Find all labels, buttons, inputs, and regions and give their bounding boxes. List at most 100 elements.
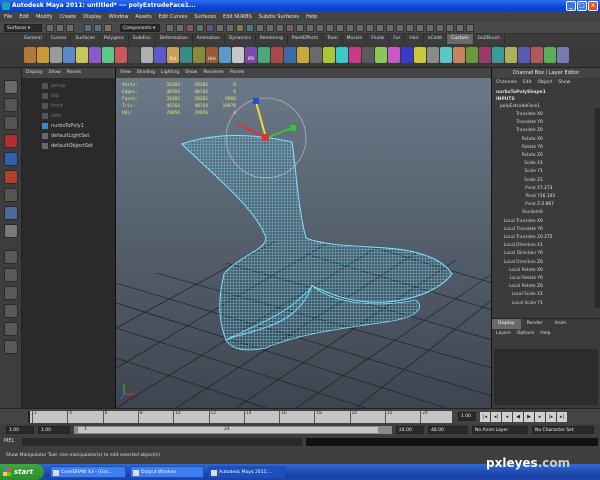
shelf-tab-general[interactable]: General (20, 34, 47, 44)
shelf-tool-icon[interactable] (544, 47, 556, 63)
status-tool-icon[interactable] (316, 24, 324, 32)
status-tool-icon[interactable] (446, 24, 454, 32)
scale-tool-icon[interactable] (4, 170, 18, 184)
menu-edit-nurbs[interactable]: Edit NURBS (223, 12, 252, 22)
status-tool-icon[interactable] (296, 24, 304, 32)
shelf-tool-icon[interactable] (232, 47, 244, 63)
layer-tab-anim[interactable]: Anim (549, 319, 573, 329)
shelf-tool-icon[interactable] (388, 47, 400, 63)
channel-attr-value[interactable]: 0 (540, 137, 556, 143)
select-hierarchy-icon[interactable] (84, 24, 92, 32)
play-forwards-icon[interactable]: ▶ (524, 412, 534, 422)
shelf-tool-icon[interactable]: Ral (167, 47, 179, 63)
channel-attr-value[interactable]: 0 (540, 251, 556, 257)
channel-attr-value[interactable]: 7.273 (540, 186, 556, 192)
status-tool-icon[interactable] (256, 24, 264, 32)
status-tool-icon[interactable] (376, 24, 384, 32)
status-tool-icon[interactable] (346, 24, 354, 32)
channel-attr-value[interactable]: 0.275 (540, 235, 556, 241)
status-tool-icon[interactable] (406, 24, 414, 32)
move-tool-icon[interactable] (4, 134, 18, 148)
menu-assets[interactable]: Assets (135, 12, 151, 22)
shelf-tool-icon[interactable] (219, 47, 231, 63)
playback-end-field[interactable]: 24.00 (396, 426, 424, 434)
layer-tab-display[interactable]: Display (492, 319, 521, 329)
menu-edit-curves[interactable]: Edit Curves (159, 12, 188, 22)
taskbar-item[interactable]: Autodesk Maya 2011:... (208, 466, 286, 478)
channel-attr-name[interactable]: Local Scale X (512, 292, 540, 298)
status-tool-icon[interactable] (276, 24, 284, 32)
outliner-menu-display[interactable]: Display (26, 68, 43, 78)
shelf-tool-icon[interactable] (531, 47, 543, 63)
layer-menu-options[interactable]: Options (517, 329, 534, 338)
channel-attr-value[interactable]: 1 (540, 169, 556, 175)
channel-attr-value[interactable]: 0 (540, 284, 556, 290)
go-to-start-icon[interactable]: |◂ (480, 412, 490, 422)
play-backwards-icon[interactable]: ◀ (513, 412, 523, 422)
layer-menu-help[interactable]: Help (540, 329, 550, 338)
outliner-item[interactable]: defaultObjectSet (42, 142, 93, 150)
viewport-menu-panels[interactable]: Panels (230, 68, 244, 78)
shelf-tool-icon[interactable] (63, 47, 75, 63)
outliner-menu-show[interactable]: Show (49, 68, 61, 78)
channel-attr-name[interactable]: Local Direction Z (504, 260, 540, 266)
channel-box-menu-object[interactable]: Object (538, 78, 553, 88)
status-tool-icon[interactable] (176, 24, 184, 32)
shelf-tool-icon[interactable] (141, 47, 153, 63)
channel-box-scrollbar[interactable] (595, 108, 600, 308)
channel-box-menu-edit[interactable]: Edit (523, 78, 532, 88)
shelf-tab-animation[interactable]: Animation (193, 34, 225, 44)
channel-attr-name[interactable]: Pivot X (525, 186, 540, 192)
channel-attr-value[interactable]: 1 (540, 292, 556, 298)
time-ruler[interactable]: 2 4 6 8 10 12 14 16 18 20 22 24 (28, 411, 452, 423)
status-tool-icon[interactable] (366, 24, 374, 32)
show-manipulator-icon[interactable] (4, 224, 18, 238)
status-tool-icon[interactable] (456, 24, 464, 32)
outliner-layout-icon[interactable] (4, 340, 18, 354)
shape-node-name[interactable]: nurbsToPolyShape1 (496, 90, 546, 96)
shelf-tab-ncloth[interactable]: nCloth (424, 34, 448, 44)
taskbar-item[interactable]: Output Window (130, 466, 204, 478)
outliner-item[interactable]: persp (42, 82, 65, 90)
channel-attr-value[interactable]: 0 (540, 128, 556, 134)
select-component-icon[interactable] (104, 24, 112, 32)
status-tool-icon[interactable] (336, 24, 344, 32)
step-forward-key-icon[interactable]: |▸ (546, 412, 556, 422)
shelf-tool-icon[interactable] (24, 47, 36, 63)
shelf-tab-gozbrush[interactable]: GoZBrush (474, 34, 505, 44)
new-scene-icon[interactable] (46, 24, 54, 32)
viewport-menu-lighting[interactable]: Lighting (161, 68, 179, 78)
shelf-tab-curves[interactable]: Curves (47, 34, 72, 44)
input-node-name[interactable]: polyExtrudeFace1 (500, 104, 540, 110)
shelf-tool-icon[interactable] (505, 47, 517, 63)
rotate-tool-icon[interactable] (4, 152, 18, 166)
channel-attr-value[interactable]: 16.103 (540, 194, 556, 200)
channel-attr-value[interactable]: 0 (540, 276, 556, 282)
lasso-tool-icon[interactable] (4, 98, 18, 112)
minimize-button[interactable]: _ (566, 1, 576, 11)
channel-attr-name[interactable]: Local Translate X (504, 219, 540, 225)
go-to-end-icon[interactable]: ▸| (557, 412, 567, 422)
shelf-tab-surfaces[interactable]: Surfaces (71, 34, 100, 44)
animation-start-field[interactable]: 1.00 (6, 426, 34, 434)
shelf-tool-icon[interactable] (349, 47, 361, 63)
status-tool-icon[interactable] (196, 24, 204, 32)
shelf-tool-icon[interactable] (453, 47, 465, 63)
channel-attr-name[interactable]: Scale Y (524, 169, 540, 175)
command-language-label[interactable]: MEL (4, 438, 14, 444)
shelf-tab-muscle[interactable]: Muscle (343, 34, 368, 44)
shelf-tool-icon[interactable] (180, 47, 192, 63)
channel-attr-value[interactable]: 0 (540, 268, 556, 274)
channel-box-menu-show[interactable]: Show (558, 78, 570, 88)
status-tool-icon[interactable] (286, 24, 294, 32)
status-tool-icon[interactable] (326, 24, 334, 32)
perspective-viewport[interactable]: View Shading Lighting Show Renderer Panels (116, 68, 492, 408)
anim-layer-dropdown[interactable]: No Anim Layer (472, 426, 528, 434)
select-object-icon[interactable] (94, 24, 102, 32)
shelf-tool-icon[interactable] (310, 47, 322, 63)
shelf-tool-icon[interactable] (284, 47, 296, 63)
shelf-tab-rendering[interactable]: Rendering (256, 34, 288, 44)
save-scene-icon[interactable] (66, 24, 74, 32)
menu-create[interactable]: Create (60, 12, 77, 22)
channel-attr-name[interactable]: Local Direction Y (504, 251, 540, 257)
